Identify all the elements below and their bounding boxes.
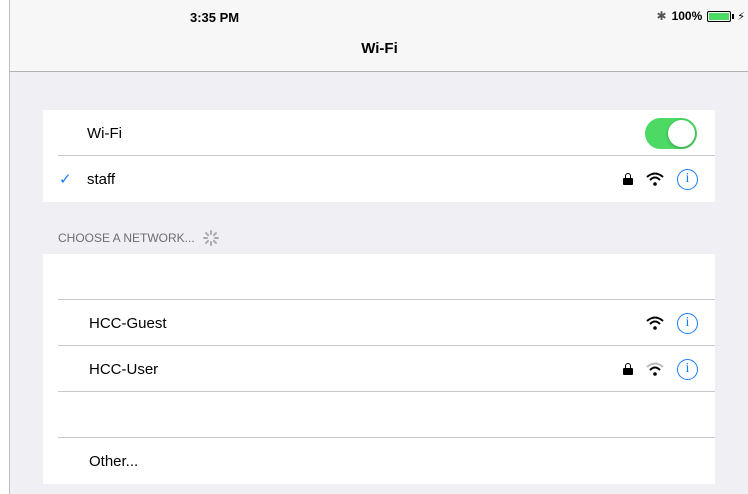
network-list: HCC-Guest i HCC-User i Other... (43, 254, 715, 484)
wifi-group: Wi-Fi ✓ staff i (43, 110, 715, 202)
section-header: CHOOSE A NETWORK... (58, 230, 219, 246)
info-icon[interactable]: i (677, 168, 698, 190)
loading-spinner-icon (202, 230, 219, 246)
wifi-toggle[interactable] (645, 117, 697, 149)
other-network-row[interactable]: Other... (43, 438, 715, 484)
network-icons: i (623, 168, 698, 190)
battery-level (709, 12, 730, 20)
battery-percent: 100% (671, 9, 703, 23)
battery-icon (707, 10, 735, 22)
toggle-knob (668, 119, 695, 147)
bluetooth-icon: ✱ (656, 9, 667, 23)
info-icon[interactable]: i (677, 312, 698, 334)
page-title: Wi-Fi (361, 40, 398, 57)
lock-icon (623, 173, 633, 185)
network-row-empty (43, 392, 715, 438)
battery-tip (732, 13, 735, 19)
network-name: HCC-Guest (89, 314, 167, 332)
wifi-toggle-row: Wi-Fi (43, 110, 715, 156)
navigation-bar: 3:35 PM ✱ 100% ⚡ Wi-Fi (10, 0, 748, 72)
network-icons: i (623, 358, 698, 380)
section-header-label: CHOOSE A NETWORK... (58, 231, 195, 245)
charging-icon: ⚡ (737, 10, 745, 23)
status-time: 3:35 PM (190, 10, 240, 25)
wifi-label: Wi-Fi (87, 124, 122, 142)
network-name: Other... (89, 452, 139, 470)
network-row-empty (43, 254, 715, 300)
network-name: HCC-User (89, 360, 159, 378)
info-icon[interactable]: i (677, 358, 698, 380)
lock-icon (623, 363, 633, 375)
settings-screen: 3:35 PM ✱ 100% ⚡ Wi-Fi Wi-Fi ✓ staff i C… (9, 0, 748, 494)
wifi-signal-icon (646, 172, 664, 186)
network-row-hcc-user[interactable]: HCC-User i (43, 346, 715, 392)
network-row-hcc-guest[interactable]: HCC-Guest i (43, 300, 715, 346)
wifi-signal-icon (646, 362, 664, 376)
wifi-signal-icon (646, 316, 664, 330)
connected-network-name: staff (87, 170, 116, 188)
network-icons: i (646, 312, 698, 334)
status-right: ✱ 100% ⚡ (657, 9, 746, 23)
checkmark-icon: ✓ (59, 171, 72, 188)
connected-network-row[interactable]: ✓ staff i (43, 156, 715, 202)
